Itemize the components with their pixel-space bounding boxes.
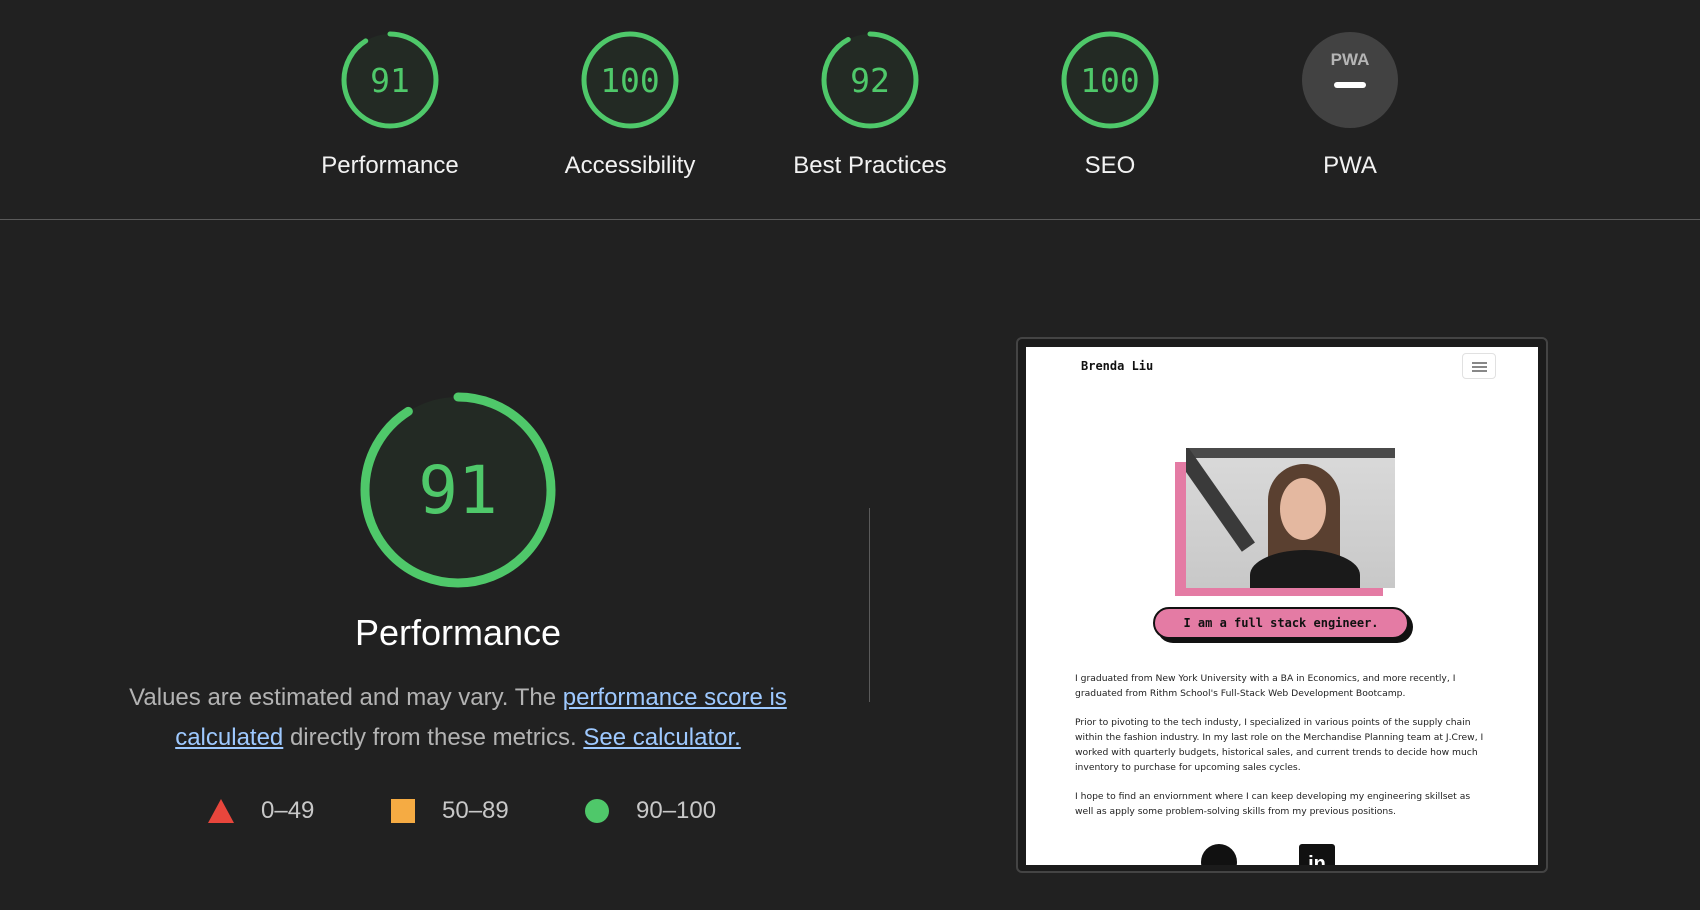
gauge-accessibility-score: 100 [600,61,660,100]
gauge-seo-score: 100 [1080,61,1140,100]
hamburger-menu-icon [1462,353,1496,379]
legend-fail: 0–49 [208,795,314,827]
desc-mid: directly from these metrics. [283,724,584,751]
pwa-badge-icon: PWA [1302,32,1398,128]
gauge-accessibility[interactable]: 100 Accessibility [540,30,720,180]
legend-average: 50–89 [391,795,509,827]
fail-triangle-icon [208,799,234,823]
category-gauges: 91 Performance 100 Accessibility 92 Best… [0,0,1700,220]
gauge-seo-ring: 100 [1061,31,1159,129]
see-calculator-link[interactable]: See calculator. [583,724,740,751]
pwa-badge-text: PWA [1331,50,1370,69]
legend-average-range: 50–89 [442,797,509,824]
final-screenshot: Brenda Liu I am a full stack engineer. I… [1026,347,1538,865]
gauge-best-practices-label: Best Practices [793,152,947,179]
bio-paragraph-2: Prior to pivoting to the tech industy, I… [1075,717,1484,773]
gauge-seo-label: SEO [1084,152,1136,179]
bio-paragraph-1: I graduated from New York University wit… [1075,673,1456,699]
gauge-best-practices-ring: 92 [821,31,919,129]
legend-pass: 90–100 [585,795,716,827]
tagline-pill: I am a full stack engineer. [1153,607,1409,639]
gauge-best-practices[interactable]: 92 Best Practices [780,30,960,180]
gauge-performance-label: Performance [321,152,459,179]
performance-title: Performance [354,612,562,653]
performance-description: Values are estimated and may vary. The p… [110,678,806,758]
legend-fail-range: 0–49 [261,797,315,824]
gauge-best-practices-score: 92 [850,61,890,100]
site-brand: Brenda Liu [1081,359,1154,373]
gauge-performance-ring: 91 [341,31,439,129]
bio-paragraph-3: I hope to find an enviornment where I ca… [1075,791,1471,817]
desc-prefix: Values are estimated and may vary. The [129,684,563,711]
vertical-divider [869,508,870,702]
profile-photo [1186,448,1395,588]
gauge-pwa[interactable]: PWA PWA [1260,30,1440,180]
pwa-dash-icon [1334,82,1366,88]
performance-big-score: 91 [418,452,497,529]
gauge-performance-score: 91 [370,61,410,100]
gauge-pwa-label: PWA [1323,152,1377,179]
github-icon [1201,844,1237,865]
pass-circle-icon [585,799,609,823]
final-screenshot-frame[interactable]: Brenda Liu I am a full stack engineer. I… [1016,337,1548,873]
gauge-seo[interactable]: 100 SEO [1020,30,1200,180]
legend-pass-range: 90–100 [636,797,717,824]
gauge-performance[interactable]: 91 Performance [300,30,480,180]
average-square-icon [391,799,415,823]
performance-big-gauge: 91 [360,392,556,588]
gauge-accessibility-label: Accessibility [564,152,696,179]
linkedin-icon: in [1299,844,1335,865]
gauge-accessibility-ring: 100 [581,31,679,129]
